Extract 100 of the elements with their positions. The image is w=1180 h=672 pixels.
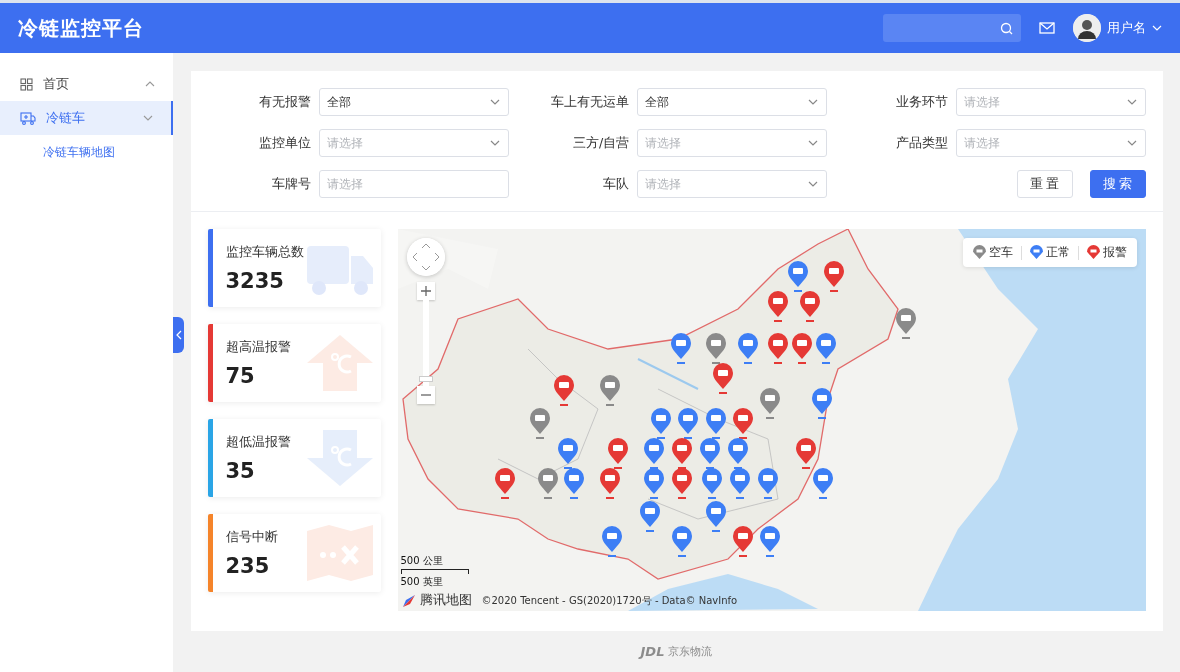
filter-label: 车上有无运单: [551, 93, 630, 111]
map-pin-icon[interactable]: [705, 333, 726, 364]
map-pin-icon[interactable]: [494, 468, 515, 499]
map-pin-icon[interactable]: [823, 261, 844, 292]
search-field[interactable]: [883, 14, 1021, 42]
app-title: 冷链监控平台: [18, 14, 145, 42]
chevron-down-icon: [489, 140, 500, 146]
map-pin-icon[interactable]: [701, 468, 722, 499]
scale-label: 500 英里: [400, 575, 444, 589]
map-pin-icon[interactable]: [737, 333, 758, 364]
sidebar-subitem[interactable]: 冷链车辆地图: [0, 135, 173, 169]
stat-value: 75: [225, 363, 256, 388]
filter-label: 车队: [603, 175, 630, 193]
stat-label: 超高温报警: [225, 338, 291, 356]
map-pin-icon[interactable]: [599, 375, 620, 406]
stat-label: 超低温报警: [225, 433, 291, 451]
map-pin-icon[interactable]: [767, 291, 788, 322]
map-pin-icon[interactable]: [599, 468, 620, 499]
plus-icon: [420, 286, 431, 296]
map-pin-icon[interactable]: [671, 526, 692, 557]
map-pin-icon[interactable]: [537, 468, 558, 499]
legend-label: 正常: [1045, 244, 1070, 261]
sidebar-item[interactable]: 冷链车: [0, 101, 173, 135]
map-pin-icon[interactable]: [712, 363, 733, 394]
chevron-down-icon: [1126, 140, 1137, 146]
map-pin-icon[interactable]: [732, 526, 753, 557]
filter-label: 业务环节: [895, 93, 948, 111]
map-pin-icon[interactable]: [767, 333, 788, 364]
filter-label: 监控单位: [258, 134, 311, 152]
map-attribution: ©2020 Tencent - GS(2020)1720号 - Data© NavInfo: [481, 593, 738, 608]
stat-value: 235: [225, 553, 271, 578]
scale-bar: [400, 569, 469, 574]
filter-label: 有无报警: [258, 93, 311, 111]
stat-label: 信号中断: [225, 528, 278, 546]
filter-label: 产品类型: [895, 134, 948, 152]
map-pin-icon[interactable]: [553, 375, 574, 406]
chevron-down-icon[interactable]: [1152, 25, 1162, 31]
avatar[interactable]: [1073, 14, 1101, 42]
stat-value: 35: [225, 458, 256, 483]
collapse-handle[interactable]: [173, 317, 184, 353]
chevron-down-icon: [808, 99, 819, 105]
search-icon: [1000, 21, 1013, 35]
user-name[interactable]: 用户名: [1107, 19, 1146, 37]
map-pin-icon[interactable]: [757, 468, 778, 499]
sidebar-item[interactable]: 首页: [0, 67, 173, 101]
map-pin-icon[interactable]: [670, 333, 691, 364]
map-pin-icon[interactable]: [607, 438, 628, 469]
select-field[interactable]: 全部: [318, 88, 509, 116]
filter-label: 三方/自营: [572, 134, 630, 152]
footer-logo: JDL: [640, 644, 665, 659]
stat-label: 监控车辆总数: [225, 243, 304, 261]
chevron-up-icon: [145, 81, 155, 87]
compass-icon: [401, 593, 416, 608]
search-button[interactable]: 搜 索: [1089, 170, 1146, 198]
map-pin-icon[interactable]: [671, 468, 692, 499]
select-field[interactable]: 全部: [637, 88, 828, 116]
legend-label: 报警: [1102, 244, 1127, 261]
map-pin-icon[interactable]: [639, 501, 660, 532]
map-pin-icon[interactable]: [729, 468, 750, 499]
map-pin-icon[interactable]: [727, 438, 748, 469]
map-pin-icon[interactable]: [791, 333, 812, 364]
minus-icon: [420, 394, 431, 396]
reset-button[interactable]: 重 置: [1016, 170, 1073, 198]
map-pin-icon[interactable]: [812, 468, 833, 499]
map-pin-icon[interactable]: [677, 408, 698, 439]
map-pin-icon[interactable]: [815, 333, 836, 364]
map-pin-icon[interactable]: [650, 408, 671, 439]
footer-text: 京东物流: [668, 644, 713, 659]
scale-label: 500 公里: [400, 554, 444, 568]
map-pin-icon[interactable]: [759, 526, 780, 557]
map-pin-icon[interactable]: [787, 261, 808, 292]
map-pin-icon[interactable]: [643, 468, 664, 499]
chevron-down-icon: [1126, 99, 1137, 105]
chevron-down-icon: [808, 181, 819, 187]
map-pin-icon[interactable]: [799, 291, 820, 322]
map-brand: 腾讯地图: [419, 592, 472, 609]
mail-icon[interactable]: [1039, 22, 1055, 34]
chevron-down-icon: [143, 115, 153, 121]
chevron-down-icon: [808, 140, 819, 146]
map-pin-icon[interactable]: [759, 388, 780, 419]
map-pin-icon[interactable]: [557, 438, 578, 469]
map-pin-icon[interactable]: [643, 438, 664, 469]
legend-label: 空车: [988, 244, 1013, 261]
map-pin-icon[interactable]: [732, 408, 753, 439]
map-pin-icon[interactable]: [563, 468, 584, 499]
map-pin-icon[interactable]: [795, 438, 816, 469]
filter-label: 车牌号: [271, 175, 311, 193]
truck-icon: [20, 111, 36, 125]
map-pin-icon[interactable]: [705, 501, 726, 532]
grid-icon: [20, 77, 33, 91]
map-pin-icon[interactable]: [529, 408, 550, 439]
signal-lost-icon: [304, 523, 375, 583]
map-pin-icon[interactable]: [811, 388, 832, 419]
map-pin-icon[interactable]: [895, 308, 916, 339]
map-pin-icon[interactable]: [671, 438, 692, 469]
stat-value: 3235: [225, 268, 285, 293]
map-pin-icon[interactable]: [601, 526, 622, 557]
chevron-down-icon: [489, 99, 500, 105]
map-pin-icon[interactable]: [705, 408, 726, 439]
map-pin-icon[interactable]: [699, 438, 720, 469]
